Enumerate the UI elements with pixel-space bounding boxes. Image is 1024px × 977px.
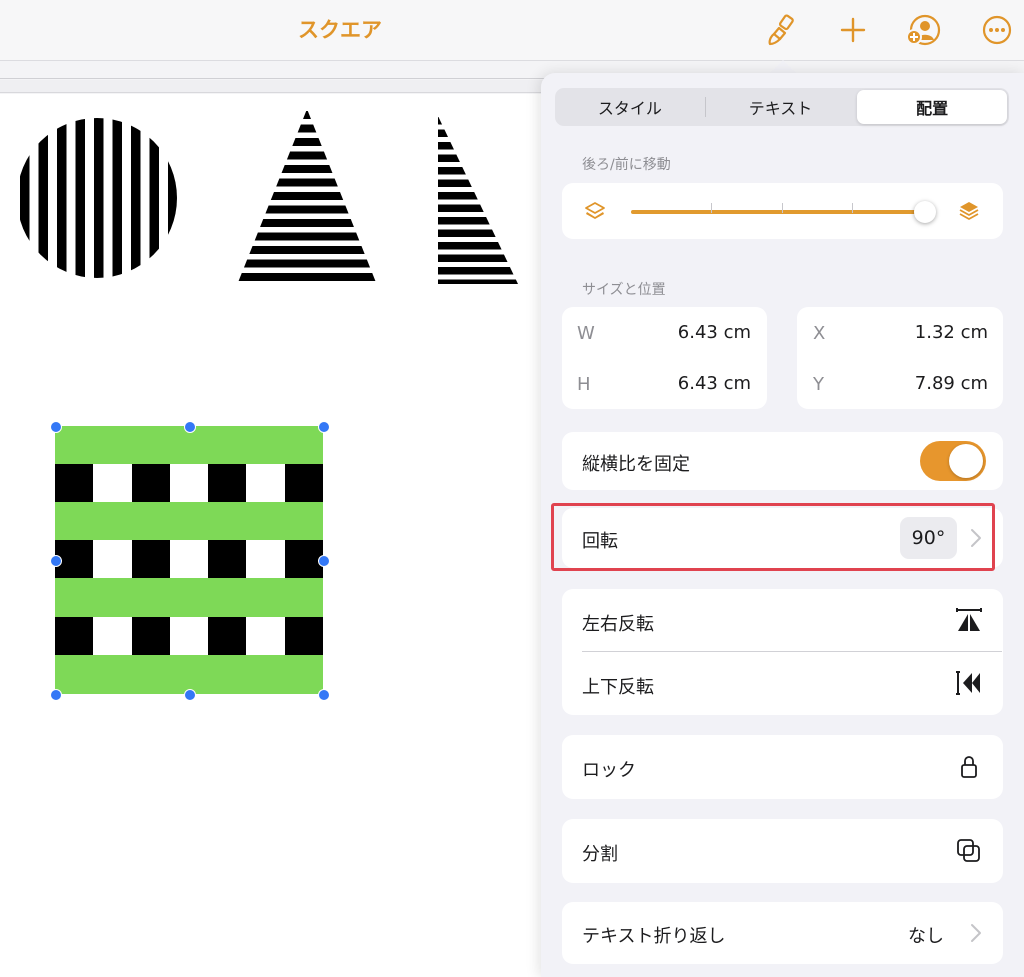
flip-vertical-label[interactable]: 上下反転	[582, 673, 654, 699]
split-label: 分割	[582, 844, 618, 865]
checker-row-2	[55, 540, 323, 578]
text-wrap-label: テキスト折り返し	[582, 926, 726, 947]
toggle-knob	[949, 444, 983, 478]
move-section-label: 後ろ/前に移動	[582, 157, 671, 173]
tab-text[interactable]: テキスト	[706, 90, 856, 124]
format-button[interactable]	[762, 10, 802, 50]
layer-slider-thumb[interactable]	[914, 201, 936, 223]
resize-handle-right[interactable]	[318, 555, 330, 567]
document-title[interactable]: スクエア	[240, 14, 440, 44]
selected-square-shape[interactable]	[55, 426, 323, 694]
y-field[interactable]: 7.89 cm	[870, 373, 988, 394]
resize-handle-top-right[interactable]	[318, 421, 330, 433]
ruler-secondary	[0, 80, 545, 93]
layer-slider-track[interactable]	[631, 210, 926, 214]
paintbrush-icon	[768, 14, 794, 46]
resize-handle-top[interactable]	[184, 421, 196, 433]
insert-button[interactable]	[833, 10, 873, 50]
slider-tick	[782, 203, 783, 213]
tab-arrange[interactable]: 配置	[857, 90, 1008, 124]
rotate-highlight-box	[551, 503, 995, 571]
resize-handle-top-left[interactable]	[50, 421, 62, 433]
slider-tick	[711, 203, 712, 213]
lock-icon[interactable]	[960, 755, 978, 779]
flip-horizontal-label[interactable]: 左右反転	[582, 610, 654, 636]
split-icon[interactable]	[956, 838, 982, 864]
striped-right-triangle-shape[interactable]	[438, 116, 518, 284]
striped-triangle-shape[interactable]	[237, 109, 377, 285]
resize-handle-left[interactable]	[50, 555, 62, 567]
resize-handle-bottom[interactable]	[184, 689, 196, 701]
width-field[interactable]: 6.43 cm	[640, 322, 751, 343]
toolbar: スクエア	[0, 0, 1024, 61]
collaborate-button[interactable]	[903, 10, 943, 50]
height-key: H	[577, 374, 591, 395]
flip-vertical-icon[interactable]	[954, 669, 984, 697]
tab-style[interactable]: スタイル	[555, 90, 705, 124]
striped-circle-shape[interactable]	[16, 118, 178, 278]
more-button[interactable]	[977, 10, 1017, 50]
ruler	[0, 62, 545, 79]
y-key: Y	[813, 374, 824, 395]
flip-separator	[582, 651, 1002, 652]
width-key: W	[577, 323, 595, 344]
resize-handle-bottom-left[interactable]	[50, 689, 62, 701]
x-key: X	[813, 323, 826, 344]
popover-arrow	[769, 60, 797, 74]
lock-label: ロック	[582, 760, 636, 781]
chevron-right-icon	[971, 924, 981, 942]
more-icon	[982, 15, 1012, 45]
height-field[interactable]: 6.43 cm	[640, 373, 751, 394]
resize-handle-bottom-right[interactable]	[318, 689, 330, 701]
canvas-page[interactable]	[0, 94, 560, 977]
slider-tick	[852, 203, 853, 213]
bring-forward-icon[interactable]	[958, 200, 980, 222]
size-section-label: サイズと位置	[582, 282, 666, 298]
checker-row-1	[55, 464, 323, 502]
flip-horizontal-icon[interactable]	[954, 607, 984, 633]
plus-icon	[840, 17, 866, 43]
inspector-tabs: スタイル テキスト 配置	[555, 88, 1009, 126]
x-field[interactable]: 1.32 cm	[870, 322, 988, 343]
add-collaborator-icon	[906, 14, 941, 46]
text-wrap-value: なし	[908, 926, 944, 947]
split-row[interactable]	[562, 819, 1003, 883]
aspect-lock-toggle[interactable]	[920, 441, 986, 481]
send-backward-icon[interactable]	[584, 200, 606, 222]
checker-row-3	[55, 617, 323, 655]
aspect-lock-label: 縦横比を固定	[582, 454, 690, 475]
